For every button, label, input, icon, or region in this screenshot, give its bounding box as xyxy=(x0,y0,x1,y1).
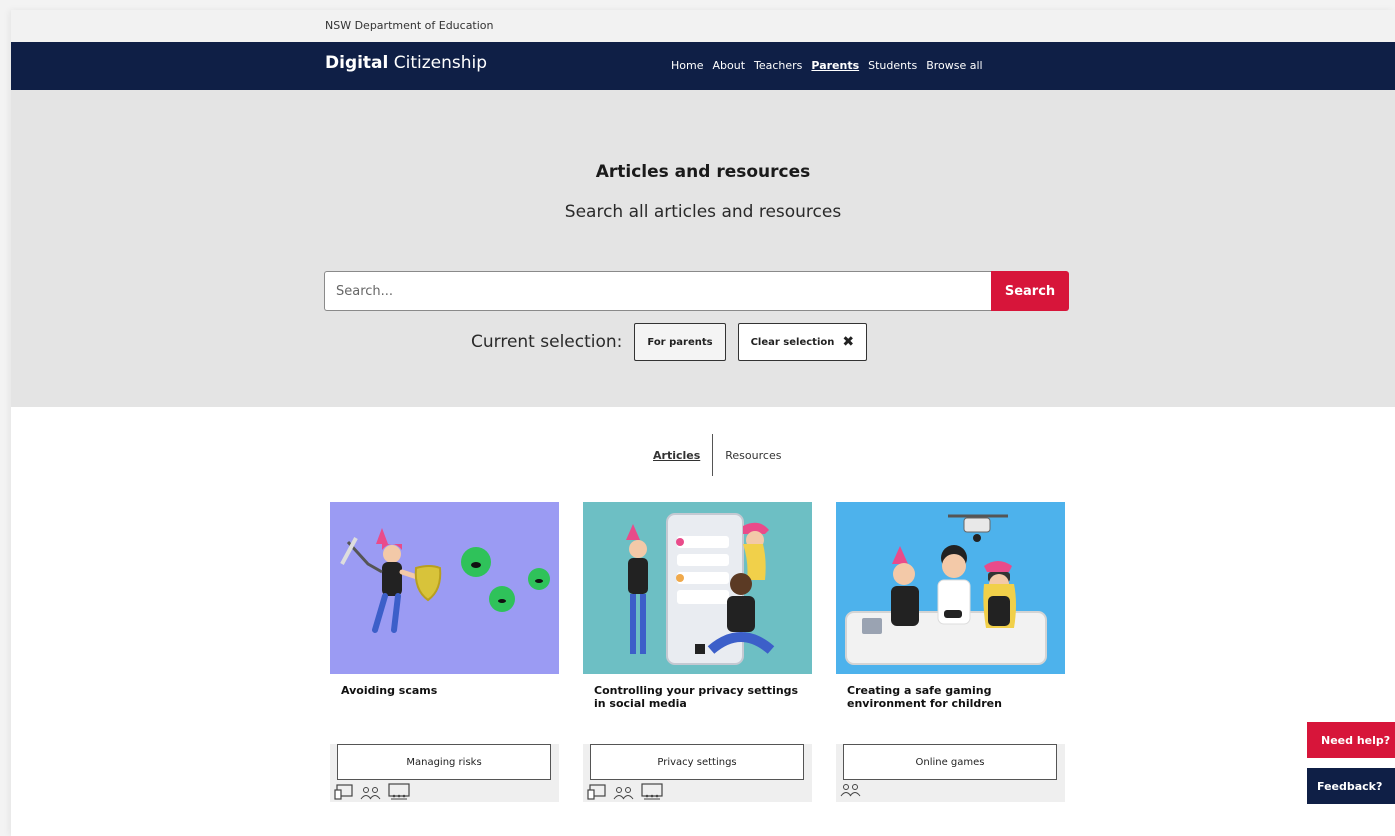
scam-illustration[interactable] xyxy=(330,502,559,674)
current-selection: Current selection: For parents Clear sel… xyxy=(471,323,868,361)
article-card[interactable]: Controlling your privacy settings in soc… xyxy=(583,502,812,802)
selection-label: Current selection: xyxy=(471,332,623,352)
device-icon xyxy=(334,784,353,800)
nav-students[interactable]: Students xyxy=(868,59,917,72)
clear-selection-button[interactable]: Clear selection ✖ xyxy=(737,323,868,361)
card-title[interactable]: Avoiding scams xyxy=(341,684,548,697)
device-icon xyxy=(587,784,606,800)
logo-bold: Digital xyxy=(325,53,389,73)
search-input[interactable] xyxy=(324,271,991,311)
card-body: Creating a safe gaming environment for c… xyxy=(836,674,1065,744)
people-icon xyxy=(840,784,861,797)
card-title[interactable]: Controlling your privacy settings in soc… xyxy=(594,684,801,710)
classroom-icon xyxy=(641,783,663,800)
department-bar: NSW Department of Education xyxy=(11,10,1395,42)
topic-tag-button[interactable]: Managing risks xyxy=(337,744,551,780)
audience-icons xyxy=(334,783,410,800)
close-icon: ✖ xyxy=(842,334,855,350)
page-subtitle: Search all articles and resources xyxy=(564,202,842,222)
audience-icons xyxy=(840,783,862,797)
audience-icons xyxy=(587,783,663,800)
logo-regular: Citizenship xyxy=(388,53,488,73)
topic-tag-button[interactable]: Privacy settings xyxy=(590,744,804,780)
card-body: Controlling your privacy settings in soc… xyxy=(583,674,812,744)
search-button[interactable]: Search xyxy=(991,271,1069,311)
tab-resources[interactable]: Resources xyxy=(713,449,793,462)
topic-tag-button[interactable]: Online games xyxy=(843,744,1057,780)
card-title[interactable]: Creating a safe gaming environment for c… xyxy=(847,684,1054,710)
department-name[interactable]: NSW Department of Education xyxy=(325,19,494,32)
content-tabs: Articles Resources xyxy=(641,434,793,476)
clear-selection-label: Clear selection xyxy=(750,336,835,348)
article-cards: Avoiding scams Managing risks Controllin… xyxy=(330,502,1065,802)
search-bar: Search xyxy=(324,271,1069,311)
people-icon xyxy=(613,787,634,800)
nav-parents[interactable]: Parents xyxy=(811,59,859,72)
tab-articles[interactable]: Articles xyxy=(641,449,712,462)
article-card[interactable]: Avoiding scams Managing risks xyxy=(330,502,559,802)
card-body: Avoiding scams xyxy=(330,674,559,744)
nav-teachers[interactable]: Teachers xyxy=(754,59,802,72)
privacy-illustration[interactable] xyxy=(583,502,812,674)
nav-home[interactable]: Home xyxy=(671,59,703,72)
page-title: Articles and resources xyxy=(595,162,811,182)
nav-browse-all[interactable]: Browse all xyxy=(926,59,982,72)
classroom-icon xyxy=(388,783,410,800)
site-logo[interactable]: Digital Citizenship xyxy=(325,53,487,73)
feedback-button[interactable]: Feedback? xyxy=(1307,768,1395,804)
need-help-button[interactable]: Need help? xyxy=(1307,722,1395,758)
people-icon xyxy=(360,787,381,800)
nav-about[interactable]: About xyxy=(712,59,745,72)
filter-chip-for-parents[interactable]: For parents xyxy=(634,323,726,361)
gaming-illustration[interactable] xyxy=(836,502,1065,674)
hero-search: Articles and resources Search all articl… xyxy=(11,90,1395,407)
masthead: Digital Citizenship Home About Teachers … xyxy=(11,42,1395,90)
article-card[interactable]: Creating a safe gaming environment for c… xyxy=(836,502,1065,802)
main-nav: Home About Teachers Parents Students Bro… xyxy=(671,59,983,72)
page: NSW Department of Education Digital Citi… xyxy=(11,10,1395,836)
